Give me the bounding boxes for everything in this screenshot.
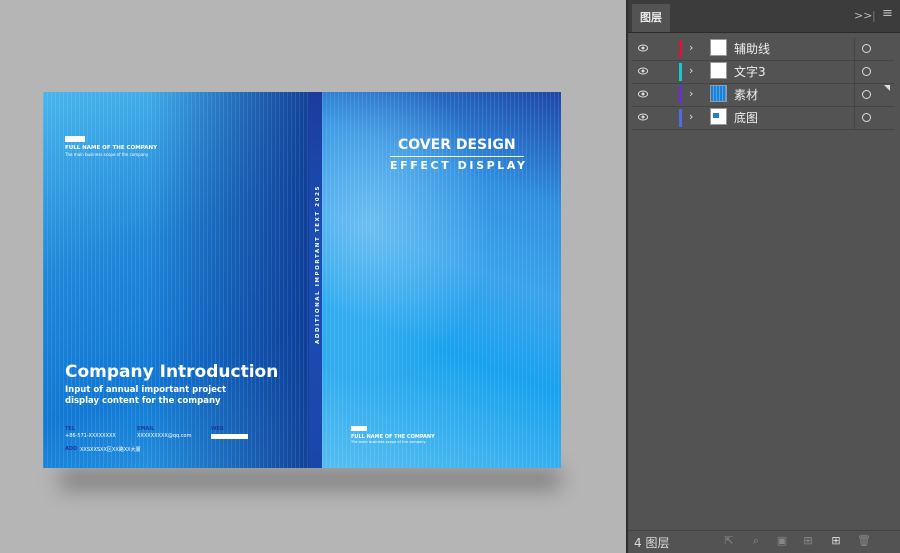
row-separator xyxy=(854,84,855,106)
visibility-eye-icon[interactable] xyxy=(638,90,648,98)
front-cover[interactable]: COVER DESIGN EFFECT DISPLAY FULL NAME OF… xyxy=(322,92,561,468)
back-title: Company Introduction xyxy=(65,362,279,382)
address-label: ADD xyxy=(65,446,78,452)
back-subtitle-1: Input of annual important project xyxy=(65,385,227,395)
email-label: EMAIL xyxy=(137,426,155,432)
new-layer-icon[interactable]: ⊞ xyxy=(830,535,842,547)
trash-icon[interactable]: 🗑 xyxy=(857,535,871,547)
layer-name[interactable]: 素材 xyxy=(734,86,758,103)
artboard-canvas[interactable]: FULL NAME OF THE COMPANY The main busine… xyxy=(0,0,626,553)
visibility-eye-icon[interactable] xyxy=(638,67,648,75)
spine-text: ADDITIONAL IMPORTANT TEXT 2025 xyxy=(315,185,321,344)
export-icon[interactable]: ⇱ xyxy=(723,535,735,547)
front-subtitle: EFFECT DISPLAY xyxy=(390,159,528,172)
expand-chevron-icon[interactable]: › xyxy=(689,41,693,54)
web-label: WEB xyxy=(211,426,224,432)
back-company-name: FULL NAME OF THE COMPANY xyxy=(65,145,158,151)
target-circle-icon[interactable] xyxy=(862,113,871,122)
layers-panel: 图层 >> | ≡ › 辅助线 › 文字3 › 素材 › 底图 4 图层 ⇱ ⌕… xyxy=(626,0,900,553)
cover-shadow xyxy=(60,468,560,490)
double-chevron-right-icon[interactable]: >> xyxy=(854,10,872,22)
layer-row[interactable]: › 底图 xyxy=(632,107,894,130)
expand-chevron-icon[interactable]: › xyxy=(689,64,693,77)
tel-value: +86-571-XXXXXXXX xyxy=(65,433,116,439)
tab-divider: | xyxy=(872,9,876,22)
layer-thumbnail xyxy=(710,85,727,102)
layer-name[interactable]: 文字3 xyxy=(734,63,766,80)
panel-footer: 4 图层 ⇱ ⌕ ▣ ⊞ ⊞ 🗑 xyxy=(628,530,900,553)
layer-name[interactable]: 底图 xyxy=(734,109,758,126)
row-separator xyxy=(854,61,855,83)
layer-row[interactable]: › 素材 xyxy=(632,84,894,107)
back-subtitle-2: display content for the company xyxy=(65,396,221,406)
layer-color-indicator xyxy=(679,86,682,104)
expand-chevron-icon[interactable]: › xyxy=(689,110,693,123)
layer-thumbnail xyxy=(710,39,727,56)
front-logo-bar xyxy=(351,426,367,431)
row-separator xyxy=(854,38,855,60)
search-icon[interactable]: ⌕ xyxy=(750,535,762,547)
front-title-rule xyxy=(390,156,524,157)
layer-color-indicator xyxy=(679,109,682,127)
layer-thumbnail xyxy=(710,108,727,125)
layer-thumbnail xyxy=(710,62,727,79)
front-title: COVER DESIGN xyxy=(398,137,516,153)
target-circle-icon[interactable] xyxy=(862,44,871,53)
panel-tabbar: 图层 >> | ≡ xyxy=(628,0,900,33)
selection-corner-icon xyxy=(884,85,890,91)
target-circle-icon[interactable] xyxy=(862,67,871,76)
layer-color-indicator xyxy=(679,63,682,81)
layer-color-indicator xyxy=(679,40,682,58)
back-logo-bar xyxy=(65,136,85,142)
back-company-scope: The main business scope of the company xyxy=(65,152,149,157)
address-value: XXSXXSXX区XX路XX大厦 xyxy=(80,447,141,453)
layer-count: 4 图层 xyxy=(634,536,670,550)
sublayer-icon[interactable]: ⊞ xyxy=(802,535,814,547)
expand-chevron-icon[interactable]: › xyxy=(689,87,693,100)
clipping-mask-icon[interactable]: ▣ xyxy=(776,535,788,547)
row-separator xyxy=(854,107,855,129)
panel-menu-icon[interactable]: ≡ xyxy=(882,7,893,20)
tel-label: TEL xyxy=(65,426,76,432)
layer-row[interactable]: › 辅助线 xyxy=(632,38,894,61)
email-value: XXXXXXXXX@qq.com xyxy=(137,433,192,439)
tab-layers[interactable]: 图层 xyxy=(632,4,670,32)
web-value-bar xyxy=(211,434,248,439)
visibility-eye-icon[interactable] xyxy=(638,113,648,121)
back-cover[interactable]: FULL NAME OF THE COMPANY The main busine… xyxy=(43,92,309,468)
target-circle-icon[interactable] xyxy=(862,90,871,99)
visibility-eye-icon[interactable] xyxy=(638,44,648,52)
layer-row[interactable]: › 文字3 xyxy=(632,61,894,84)
front-company-scope: The main business scope of the company xyxy=(351,440,426,444)
layer-name[interactable]: 辅助线 xyxy=(734,40,770,57)
